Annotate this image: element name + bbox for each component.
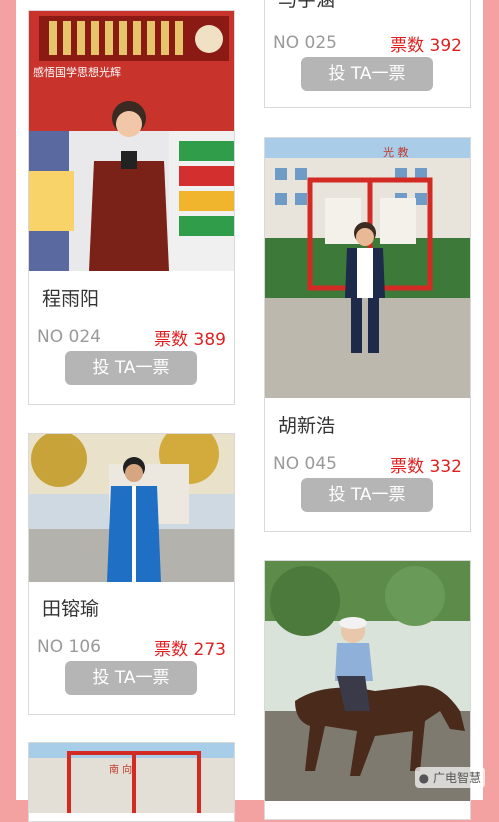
candidate-number: NO 045 <box>273 454 337 474</box>
vote-button[interactable]: 投 TA一票 <box>65 661 197 695</box>
candidate-name-partial: 马宇涵 <box>278 0 336 11</box>
vote-count: 票数 332 <box>390 457 462 477</box>
vote-count: 票数 273 <box>154 640 226 660</box>
vote-count: 票数 392 <box>390 36 462 56</box>
candidate-card-045: 光 教 胡新浩 NO 045 票数 332 投 TA一票 <box>264 137 471 532</box>
vote-list-panel: 马宇涵 NO 025 票数 392 投 TA一票 感悟国学思想光辉 程雨阳 NO… <box>16 0 483 822</box>
candidate-photo[interactable]: 南 向 <box>29 743 234 813</box>
candidate-photo[interactable]: 感悟国学思想光辉 <box>29 11 234 271</box>
photo-sign-text: 南 向 <box>109 763 132 776</box>
candidate-number: NO 106 <box>37 637 101 657</box>
candidate-photo[interactable] <box>265 561 470 801</box>
vote-button[interactable]: 投 TA一票 <box>65 351 197 385</box>
vote-button[interactable]: 投 TA一票 <box>301 57 433 91</box>
photo-banner-text: 感悟国学思想光辉 <box>33 65 121 79</box>
candidate-card-106: 田镕瑜 NO 106 票数 273 投 TA一票 <box>28 433 235 715</box>
watermark-label: ● 广电智慧 <box>414 767 485 788</box>
candidate-number: NO 025 <box>273 33 337 53</box>
vote-count: 票数 389 <box>154 330 226 350</box>
candidate-name: 胡新浩 <box>278 415 336 437</box>
candidate-card-024: 感悟国学思想光辉 程雨阳 NO 024 票数 389 投 TA一票 <box>28 10 235 405</box>
wechat-icon: ● <box>418 771 430 785</box>
candidate-card: 南 向 <box>28 742 235 822</box>
candidate-name: 田镕瑜 <box>42 598 100 620</box>
photo-sign-text: 光 教 <box>383 145 409 159</box>
candidate-name: 程雨阳 <box>42 288 100 310</box>
candidate-number: NO 024 <box>37 327 101 347</box>
vote-button[interactable]: 投 TA一票 <box>301 478 433 512</box>
candidate-photo[interactable] <box>29 434 234 582</box>
candidate-card-025: 马宇涵 NO 025 票数 392 投 TA一票 <box>264 0 471 108</box>
candidate-photo[interactable]: 光 教 <box>265 138 470 398</box>
